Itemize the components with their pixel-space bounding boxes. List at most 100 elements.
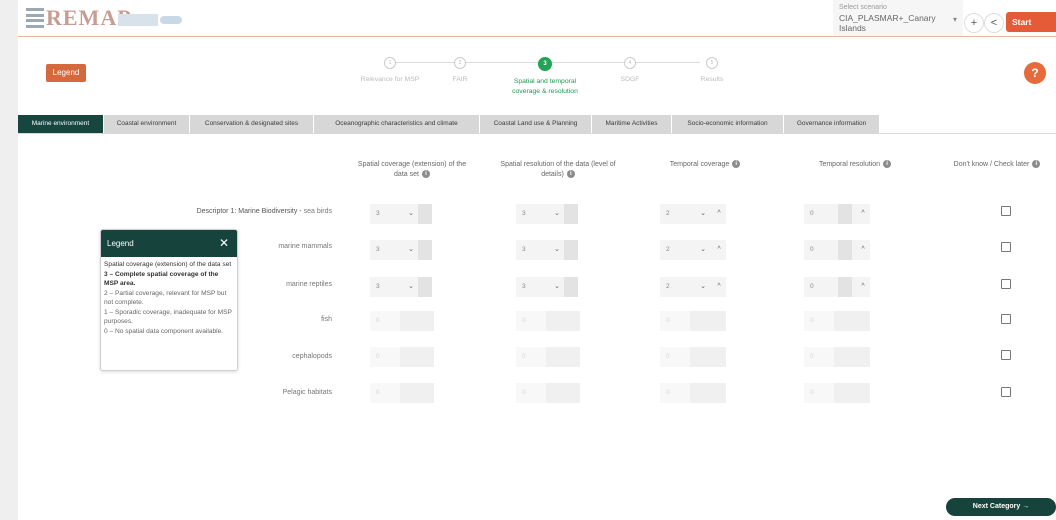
scenario-selector-value: CIA_PLASMAR+_Canary Islands <box>839 13 936 33</box>
tab-coastal-environment[interactable]: Coastal environment <box>104 115 190 133</box>
chevron-down-icon: ⌄ <box>554 210 560 217</box>
chevron-up-icon: ^ <box>717 246 721 253</box>
dont-know-checkbox[interactable] <box>1001 206 1011 216</box>
legend-button[interactable]: Legend <box>46 64 86 82</box>
descriptor-label: Descriptor 1: Marine Biodiversity - <box>196 208 302 215</box>
column-header-text: Spatial resolution of the data (level of… <box>500 161 616 178</box>
share-icon[interactable]: < <box>984 13 1004 33</box>
chevron-down-icon: ⌄ <box>554 246 560 253</box>
header: REMAP Select scenario CIA_PLASMAR+_Canar… <box>18 0 1056 47</box>
help-button[interactable]: ? <box>1024 62 1046 84</box>
column-header-text: Spatial coverage (extension) of the data… <box>357 161 467 178</box>
chevron-up-icon: ^ <box>717 283 721 290</box>
select-side <box>838 277 852 297</box>
row-label-sea-birds: Descriptor 1: Marine Biodiversity - sea … <box>0 208 332 215</box>
chevron-down-icon: ⌄ <box>408 283 414 290</box>
row-label-text: sea birds <box>303 208 332 215</box>
select-side <box>400 383 434 403</box>
step-number: 2 <box>454 57 466 69</box>
category-tabs: Marine environment Coastal environment C… <box>18 115 898 133</box>
left-sidebar-strip <box>0 0 18 520</box>
select-side <box>690 383 726 403</box>
dont-know-checkbox[interactable] <box>1001 242 1011 252</box>
chevron-up-icon: ^ <box>861 210 865 217</box>
chevron-down-icon: ⌄ <box>700 210 706 217</box>
step-number: 1 <box>384 57 396 69</box>
column-header-text: Don't know / Check later <box>953 161 1030 168</box>
select-side <box>546 311 580 331</box>
close-icon[interactable]: ✕ <box>219 230 229 257</box>
select-value: 0 <box>804 311 834 331</box>
tab-maritime-activities[interactable]: Maritime Activities <box>592 115 672 133</box>
dont-know-checkbox[interactable] <box>1001 279 1011 289</box>
select-side <box>564 240 578 260</box>
select-value: 0 <box>516 383 546 403</box>
select-value: 0 <box>660 311 690 331</box>
legend-panel-body: Spatial coverage (extension) of the data… <box>101 257 237 339</box>
dont-know-checkbox[interactable] <box>1001 387 1011 397</box>
info-icon[interactable]: i <box>883 160 892 168</box>
column-header-temporal-resolution: Temporal resolution i <box>800 160 910 170</box>
chevron-down-icon: ⌄ <box>408 246 414 253</box>
chevron-down-icon: ⌄ <box>554 283 560 290</box>
chevron-down-icon: ▾ <box>952 15 957 24</box>
step-results[interactable]: 5 Results <box>657 57 767 85</box>
start-tutorial-button[interactable]: Start Tutorial <box>1006 12 1056 47</box>
legend-panel: Legend ✕ Spatial coverage (extension) of… <box>100 229 238 371</box>
select-side <box>418 240 432 260</box>
chevron-down-icon: ⌄ <box>700 283 706 290</box>
legend-panel-header: Legend ✕ <box>101 230 237 257</box>
select-value: 0 <box>804 383 834 403</box>
dont-know-checkbox[interactable] <box>1001 350 1011 360</box>
logo-bars-icon <box>26 8 44 28</box>
info-icon[interactable]: i <box>566 170 575 178</box>
dont-know-checkbox[interactable] <box>1001 314 1011 324</box>
scenario-selector[interactable]: Select scenario CIA_PLASMAR+_Canary Isla… <box>833 0 963 36</box>
select-value: 0 <box>660 347 690 367</box>
tab-underline <box>18 133 1056 134</box>
tab-conservation[interactable]: Conservation & designated sites <box>190 115 314 133</box>
select-value: 0 <box>660 383 690 403</box>
info-icon[interactable]: i <box>732 160 741 168</box>
select-side <box>690 311 726 331</box>
tab-coastal-land-use[interactable]: Coastal Land use & Planning <box>480 115 592 133</box>
select-value: 0 <box>516 311 546 331</box>
column-header-spatial-coverage: Spatial coverage (extension) of the data… <box>352 160 472 180</box>
row-label-pelagic-habitats: Pelagic habitats <box>282 389 332 396</box>
select-side <box>400 347 434 367</box>
column-header-temporal-coverage: Temporal coverage i <box>650 160 760 170</box>
legend-item-3: 3 – Complete spatial coverage of the MSP… <box>104 270 219 288</box>
info-icon[interactable]: i <box>421 170 430 178</box>
select-side <box>834 311 870 331</box>
column-header-text: Temporal resolution <box>818 161 881 168</box>
legend-heading: Spatial coverage (extension) of the data… <box>104 261 232 268</box>
chevron-up-icon: ^ <box>861 246 865 253</box>
tab-marine-environment[interactable]: Marine environment <box>18 115 104 133</box>
step-number: 4 <box>624 57 636 69</box>
legend-item-0: 0 – No spatial data component available. <box>104 327 224 335</box>
select-side <box>400 311 434 331</box>
info-icon[interactable]: i <box>1032 160 1041 168</box>
tab-governance[interactable]: Governance information <box>784 115 880 133</box>
chevron-down-icon: ⌄ <box>408 210 414 217</box>
tab-oceanographic[interactable]: Oceanographic characteristics and climat… <box>314 115 480 133</box>
legend-item-1: 1 – Sporadic coverage, inadequate for MS… <box>104 308 232 326</box>
select-side <box>564 204 578 224</box>
column-header-dont-know: Don't know / Check later i <box>940 160 1054 170</box>
select-value: 0 <box>516 347 546 367</box>
chevron-up-icon: ^ <box>861 283 865 290</box>
select-side <box>838 204 852 224</box>
partner-logo <box>118 14 158 26</box>
step-number: 3 <box>538 57 552 71</box>
legend-item-2: 2 – Partial coverage, relevant for MSP b… <box>104 289 227 307</box>
app-logo[interactable]: REMAP <box>26 5 133 31</box>
legend-panel-title: Legend <box>107 239 134 248</box>
tab-socio-economic[interactable]: Socio-economic information <box>672 115 784 133</box>
select-side <box>546 347 580 367</box>
next-category-button[interactable]: Next Category → <box>946 498 1056 516</box>
add-button[interactable]: + <box>964 13 984 33</box>
app-frame: REMAP Select scenario CIA_PLASMAR+_Canar… <box>0 0 1056 520</box>
step-label: Results <box>700 76 724 83</box>
scenario-selector-label: Select scenario <box>839 4 887 11</box>
chevron-up-icon: ^ <box>717 210 721 217</box>
